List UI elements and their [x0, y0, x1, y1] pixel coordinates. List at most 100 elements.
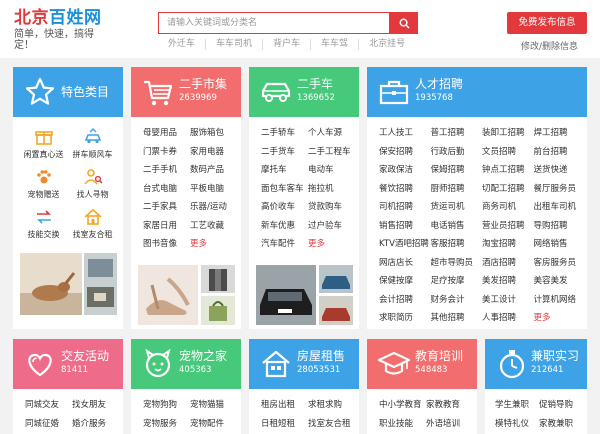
- subcategory-link[interactable]: 过户验车: [308, 217, 355, 236]
- featured-item[interactable]: 拼车顺风车: [68, 127, 117, 167]
- subcategory-link[interactable]: 美工设计: [482, 291, 534, 310]
- subcategory-link[interactable]: 送货快递: [534, 161, 586, 180]
- subcategory-link[interactable]: 客服招聘: [431, 235, 483, 254]
- subcategory-link[interactable]: 电话销售: [431, 217, 483, 236]
- bag-photo[interactable]: [201, 296, 235, 325]
- featured-item[interactable]: 找人寻物: [68, 167, 117, 207]
- subcategory-link[interactable]: 保安招聘: [379, 143, 431, 162]
- subcategory-link[interactable]: 美容美发: [534, 272, 586, 291]
- subcategory-link[interactable]: 二手工程车: [308, 143, 355, 162]
- subcategory-link[interactable]: 找室友合租: [308, 415, 355, 434]
- subcategory-link[interactable]: 面包车客车: [261, 180, 308, 199]
- subcategory-link[interactable]: 装卸工招聘: [482, 124, 534, 143]
- subcategory-link[interactable]: 酒店招聘: [482, 254, 534, 273]
- subcategory-link[interactable]: 图书音像: [143, 235, 190, 254]
- subcategory-link[interactable]: 二手家具: [143, 198, 190, 217]
- subcategory-link[interactable]: 前台招聘: [534, 143, 586, 162]
- subcategory-link[interactable]: 人事招聘: [482, 309, 534, 328]
- search-input[interactable]: 请输入关键词或分类名: [158, 12, 390, 34]
- subcategory-link[interactable]: 个人车源: [308, 124, 355, 143]
- subcategory-link[interactable]: 家政保洁: [379, 161, 431, 180]
- subcategory-link[interactable]: 租房出租: [261, 396, 308, 415]
- subcategory-link[interactable]: 宠物服务: [143, 415, 190, 434]
- subcategory-link[interactable]: 找女朋友: [72, 396, 119, 415]
- subcategory-link[interactable]: 同城交友: [25, 396, 72, 415]
- subcategory-link[interactable]: 贷款购车: [308, 198, 355, 217]
- subcategory-link[interactable]: 美发招聘: [482, 272, 534, 291]
- rabbit-photo[interactable]: [20, 253, 82, 315]
- subcategory-link[interactable]: 母婴用品: [143, 124, 190, 143]
- subcategory-link[interactable]: 销售招聘: [379, 217, 431, 236]
- subcategory-link[interactable]: 焊工招聘: [534, 124, 586, 143]
- subcategory-link[interactable]: 钟点工招聘: [482, 161, 534, 180]
- social-card-header[interactable]: 交友活动 81411: [13, 339, 123, 389]
- subcategory-link[interactable]: 宠物猫猫: [190, 396, 237, 415]
- subcategory-link[interactable]: 家用电器: [190, 143, 237, 162]
- subcategory-link[interactable]: 外语培训: [426, 415, 473, 434]
- site-logo[interactable]: 北京百姓网 简单，快速，搞得定！: [14, 8, 134, 51]
- subcategory-link[interactable]: 导购招聘: [534, 217, 586, 236]
- subcategory-link[interactable]: 婚介服务: [72, 415, 119, 434]
- hot-link[interactable]: 北京挂号: [358, 39, 415, 50]
- hot-link[interactable]: 背户车: [262, 39, 310, 50]
- post-free-button[interactable]: 免费发布信息: [507, 12, 587, 34]
- hot-link[interactable]: 车车司机: [205, 39, 262, 50]
- subcategory-link[interactable]: 数码产品: [190, 161, 237, 180]
- subcategory-link[interactable]: 出租车司机: [534, 198, 586, 217]
- secondhand-card-header[interactable]: 二手市集 2639969: [131, 67, 241, 117]
- subcategory-link[interactable]: 拖拉机: [308, 180, 355, 199]
- subcategory-link[interactable]: 高价收车: [261, 198, 308, 217]
- subcategory-link[interactable]: 超市导购员: [431, 254, 483, 273]
- car-photo-small-2[interactable]: [319, 296, 353, 325]
- subcategory-link[interactable]: 财务会计: [431, 291, 483, 310]
- subcategory-link[interactable]: 同城征婚: [25, 415, 72, 434]
- subcategory-link[interactable]: 其他招聘: [431, 309, 483, 328]
- more-link[interactable]: 更多: [190, 235, 237, 254]
- subcategory-link[interactable]: 二手轿车: [261, 124, 308, 143]
- education-card-header[interactable]: 教育培训 548483: [367, 339, 477, 389]
- subcategory-link[interactable]: 司机招聘: [379, 198, 431, 217]
- featured-item[interactable]: 闲置真心送: [19, 127, 68, 167]
- more-link[interactable]: 更多: [534, 309, 586, 328]
- subcategory-link[interactable]: 职业技能: [379, 415, 426, 434]
- pets-card-header[interactable]: 宠物之家 405363: [131, 339, 241, 389]
- edit-delete-link[interactable]: 修改/删除信息: [521, 39, 578, 52]
- subcategory-link[interactable]: 乐器/运动: [190, 198, 237, 217]
- used-car-card-header[interactable]: 二手车 1369652: [249, 67, 359, 117]
- subcategory-link[interactable]: 摩托车: [261, 161, 308, 180]
- featured-item[interactable]: 找室友合租: [68, 207, 117, 247]
- subcategory-link[interactable]: 促销导购: [539, 396, 583, 415]
- subcategory-link[interactable]: 会计招聘: [379, 291, 431, 310]
- subcategory-link[interactable]: 日租短租: [261, 415, 308, 434]
- subcategory-link[interactable]: 汽车配件: [261, 235, 308, 254]
- subcategory-link[interactable]: 门票卡券: [143, 143, 190, 162]
- subcategory-link[interactable]: 保健按摩: [379, 272, 431, 291]
- subcategory-link[interactable]: 计算机网络: [534, 291, 586, 310]
- parttime-card-header[interactable]: 兼职实习 212641: [485, 339, 587, 389]
- subcategory-link[interactable]: 服饰箱包: [190, 124, 237, 143]
- subcategory-link[interactable]: 宠物配件: [190, 415, 237, 434]
- subcategory-link[interactable]: KTV酒吧招聘: [379, 235, 431, 254]
- subcategory-link[interactable]: 普工招聘: [431, 124, 483, 143]
- featured-item[interactable]: 宠物赠送: [19, 167, 68, 207]
- car-photo-small-1[interactable]: [319, 265, 353, 293]
- subcategory-link[interactable]: 工人技工: [379, 124, 431, 143]
- subcategory-link[interactable]: 足疗按摩: [431, 272, 483, 291]
- subcategory-link[interactable]: 模特礼仪: [495, 415, 539, 434]
- subcategory-link[interactable]: 营业员招聘: [482, 217, 534, 236]
- subcategory-link[interactable]: 求职简历: [379, 309, 431, 328]
- hot-link[interactable]: 外迁车: [168, 39, 205, 50]
- search-button[interactable]: [390, 12, 418, 34]
- hot-link[interactable]: 车车驾: [310, 39, 358, 50]
- subcategory-link[interactable]: 台式电脑: [143, 180, 190, 199]
- shoes-photo[interactable]: [138, 265, 198, 325]
- subcategory-link[interactable]: 货运司机: [431, 198, 483, 217]
- subcategory-link[interactable]: 电动车: [308, 161, 355, 180]
- subcategory-link[interactable]: 家教教育: [426, 396, 473, 415]
- subcategory-link[interactable]: 求租求购: [308, 396, 355, 415]
- subcategory-link[interactable]: 平板电脑: [190, 180, 237, 199]
- housing-card-header[interactable]: 房屋租售 28053531: [249, 339, 359, 389]
- roommate-photo[interactable]: [84, 253, 117, 315]
- subcategory-link[interactable]: 网络销售: [534, 235, 586, 254]
- subcategory-link[interactable]: 学生兼职: [495, 396, 539, 415]
